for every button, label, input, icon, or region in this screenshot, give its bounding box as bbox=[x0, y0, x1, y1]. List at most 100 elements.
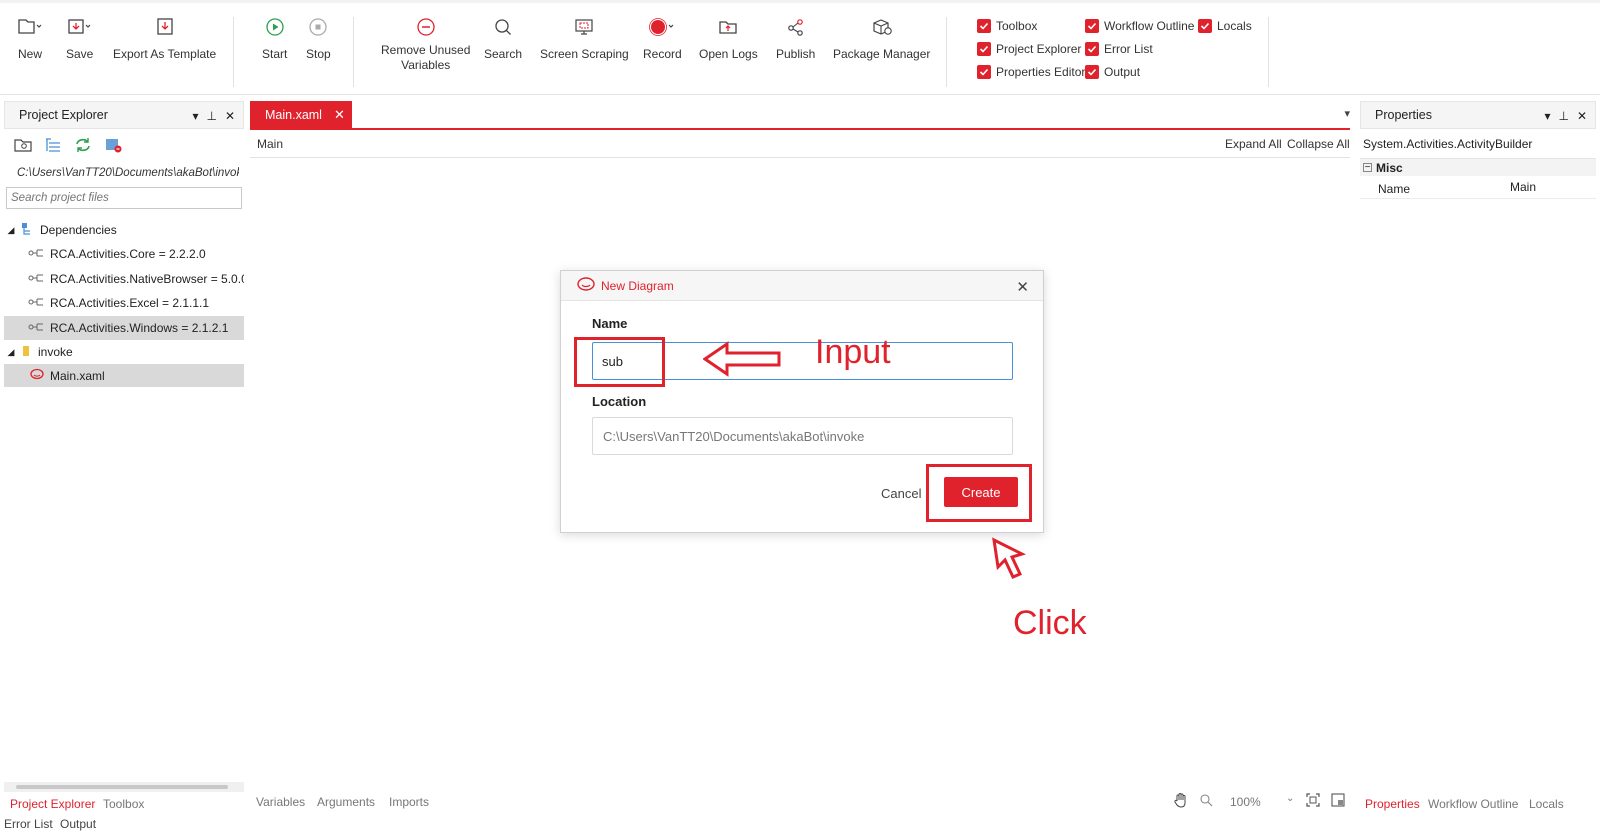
checkbox-checked-icon bbox=[1198, 19, 1212, 33]
stop-button[interactable]: Stop bbox=[306, 13, 331, 62]
save-icon bbox=[67, 13, 93, 41]
error-list-checkbox[interactable]: Error List bbox=[1085, 42, 1153, 56]
ribbon-divider bbox=[946, 17, 947, 87]
scrollbar-thumb[interactable] bbox=[16, 785, 228, 789]
property-row-name[interactable]: Name Main bbox=[1360, 177, 1596, 199]
package-icon bbox=[871, 13, 893, 41]
selected-type: System.Activities.ActivityBuilder bbox=[1363, 137, 1533, 151]
zoom-dropdown-icon[interactable]: ⌄ bbox=[1286, 793, 1294, 804]
publish-button[interactable]: Publish bbox=[776, 13, 815, 62]
annotation-click-text: Click bbox=[1013, 604, 1087, 642]
zoom-level[interactable]: 100% bbox=[1230, 795, 1261, 809]
search-button[interactable]: Search bbox=[484, 13, 522, 62]
new-button[interactable]: New bbox=[17, 13, 43, 62]
tree-item-dependency[interactable]: RCA.Activities.Windows = 2.1.2.1 bbox=[4, 316, 244, 340]
tree-item-dependency[interactable]: RCA.Activities.NativeBrowser = 5.0.0.2 bbox=[4, 267, 244, 291]
fit-to-screen-icon[interactable] bbox=[1306, 793, 1320, 810]
project-explorer-checkbox[interactable]: Project Explorer bbox=[977, 42, 1081, 56]
checkbox-checked-icon bbox=[1085, 19, 1099, 33]
search-project-input[interactable] bbox=[6, 187, 242, 209]
tab-list-dropdown-icon[interactable]: ▾ bbox=[1344, 107, 1350, 120]
tab-properties[interactable]: Properties bbox=[1365, 797, 1420, 811]
tab-variables[interactable]: Variables bbox=[256, 795, 305, 809]
ribbon-divider bbox=[1268, 17, 1269, 87]
category-misc[interactable]: − Misc bbox=[1360, 158, 1596, 176]
output-checkbox[interactable]: Output bbox=[1085, 65, 1140, 79]
hand-pan-icon[interactable] bbox=[1173, 792, 1189, 811]
toolbox-checkbox[interactable]: Toolbox bbox=[977, 19, 1037, 33]
package-node-icon bbox=[28, 296, 44, 310]
open-logs-icon bbox=[718, 13, 738, 41]
screen-scraping-button[interactable]: Screen Scraping bbox=[540, 13, 629, 62]
tab-error-list[interactable]: Error List bbox=[4, 817, 53, 831]
tree-item-dependencies[interactable]: ◢ Dependencies bbox=[4, 218, 244, 242]
search-icon bbox=[493, 13, 513, 41]
refresh-icon[interactable] bbox=[74, 137, 92, 156]
close-tab-icon[interactable]: ✕ bbox=[334, 107, 345, 123]
pin-icon[interactable]: ⊥ bbox=[206, 109, 216, 123]
close-icon[interactable]: ✕ bbox=[225, 109, 235, 123]
tab-main-xaml[interactable]: Main.xaml ✕ bbox=[250, 101, 352, 128]
properties-panel: Properties ▾ ⊥ ✕ System.Activities.Activ… bbox=[1360, 101, 1596, 791]
save-button[interactable]: Save bbox=[66, 13, 93, 62]
share-icon bbox=[786, 13, 806, 41]
checkbox-checked-icon bbox=[977, 65, 991, 79]
tab-arguments[interactable]: Arguments bbox=[317, 795, 375, 809]
tab-workflow-outline[interactable]: Workflow Outline bbox=[1428, 797, 1518, 811]
export-template-button[interactable]: Export As Template bbox=[113, 13, 216, 62]
project-explorer-header: Project Explorer ▾ ⊥ ✕ bbox=[4, 101, 244, 129]
package-node-icon bbox=[28, 247, 44, 261]
folder-icon bbox=[22, 345, 30, 360]
overview-icon[interactable] bbox=[1331, 793, 1345, 810]
package-node-icon bbox=[28, 272, 44, 286]
export-template-icon bbox=[155, 13, 175, 41]
dropdown-icon[interactable]: ▾ bbox=[192, 109, 198, 123]
horizontal-scrollbar[interactable] bbox=[4, 782, 244, 792]
tab-toolbox[interactable]: Toolbox bbox=[103, 797, 144, 811]
remove-unused-variables-button[interactable]: Remove Unused Variables bbox=[381, 13, 470, 73]
breadcrumb: Main bbox=[257, 137, 284, 151]
location-input[interactable] bbox=[592, 417, 1013, 455]
record-button[interactable]: Record bbox=[643, 13, 682, 62]
tab-imports[interactable]: Imports bbox=[389, 795, 429, 809]
dropdown-icon[interactable]: ▾ bbox=[1544, 109, 1550, 123]
tab-output[interactable]: Output bbox=[60, 817, 96, 831]
new-file-icon bbox=[17, 13, 43, 41]
cancel-button[interactable]: Cancel bbox=[881, 486, 921, 501]
tree-item-main-xaml[interactable]: Main.xaml bbox=[4, 364, 244, 387]
tab-project-explorer[interactable]: Project Explorer bbox=[8, 797, 98, 811]
open-logs-button[interactable]: Open Logs bbox=[699, 13, 758, 62]
highlight-box-create bbox=[926, 464, 1032, 522]
expand-triangle-icon[interactable]: ◢ bbox=[4, 225, 18, 236]
play-icon bbox=[265, 13, 285, 41]
arrow-left-annotation bbox=[702, 341, 783, 380]
close-icon[interactable]: ✕ bbox=[1016, 278, 1029, 296]
remove-item-icon[interactable] bbox=[105, 137, 123, 156]
checkbox-checked-icon bbox=[977, 19, 991, 33]
tree-item-dependency[interactable]: RCA.Activities.Core = 2.2.2.0 bbox=[4, 242, 244, 266]
close-icon[interactable]: ✕ bbox=[1577, 109, 1587, 123]
tab-locals[interactable]: Locals bbox=[1529, 797, 1564, 811]
expand-triangle-icon[interactable]: ◢ bbox=[4, 347, 18, 358]
dialog-title: New Diagram bbox=[601, 278, 674, 293]
project-path: C:\Users\VanTT20\Documents\akaBot\invoke bbox=[17, 167, 239, 179]
tab-underline bbox=[250, 128, 1350, 130]
ribbon-divider bbox=[353, 17, 354, 87]
open-folder-icon[interactable] bbox=[14, 137, 32, 156]
package-manager-button[interactable]: Package Manager bbox=[833, 13, 930, 62]
collapse-all-link[interactable]: Collapse All bbox=[1287, 137, 1350, 151]
properties-editor-checkbox[interactable]: Properties Editor bbox=[977, 65, 1085, 79]
project-explorer-panel: Project Explorer ▾ ⊥ ✕ C:\Users\VanTT20\… bbox=[4, 101, 244, 792]
tree-item-dependency[interactable]: RCA.Activities.Excel = 2.1.1.1 bbox=[4, 291, 244, 315]
pin-icon[interactable]: ⊥ bbox=[1558, 109, 1568, 123]
workflow-file-icon bbox=[30, 368, 44, 383]
record-icon bbox=[648, 13, 676, 41]
tree-view-icon[interactable] bbox=[44, 137, 62, 156]
locals-checkbox[interactable]: Locals bbox=[1198, 19, 1252, 33]
tree-item-invoke-folder[interactable]: ◢ invoke bbox=[4, 340, 244, 364]
start-button[interactable]: Start bbox=[262, 13, 287, 62]
collapse-icon[interactable]: − bbox=[1363, 163, 1372, 173]
workflow-outline-checkbox[interactable]: Workflow Outline bbox=[1085, 19, 1194, 33]
expand-all-link[interactable]: Expand All bbox=[1225, 137, 1282, 151]
zoom-icon[interactable] bbox=[1199, 793, 1213, 810]
